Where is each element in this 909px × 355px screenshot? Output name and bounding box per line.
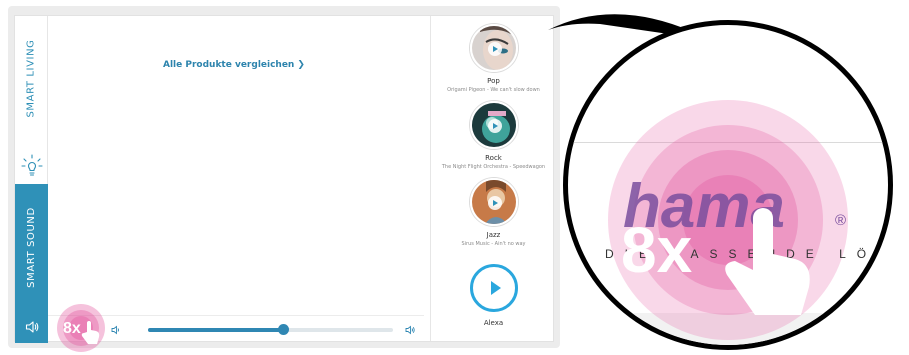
compare-products-link[interactable]: Alle Produkte vergleichen ❯ [163, 60, 305, 70]
station-name: Pop [487, 77, 500, 85]
compare-link-text: Alle Produkte vergleichen [163, 60, 295, 70]
station-jazz[interactable]: Jazz Sirus Music - Ain't no way [431, 178, 556, 247]
volume-slider[interactable] [148, 324, 393, 335]
speaker-icon [25, 320, 38, 333]
play-icon [487, 119, 502, 133]
alexa-icon [469, 264, 518, 312]
station-cover [469, 101, 518, 149]
volume-slider-fill [148, 328, 283, 332]
station-subtitle: The Night Flight Orchestra - Speedwagon [441, 164, 546, 170]
station-name: Jazz [486, 231, 501, 239]
hama-badge-small[interactable]: 8x [53, 302, 109, 352]
tab-smart-living[interactable]: SMART LIVING [15, 16, 48, 140]
play-icon [487, 42, 502, 56]
zoom-magnifier: hama ® DIE PASSENDE LÖSUNG 8x [563, 20, 893, 350]
station-cover [469, 24, 518, 72]
hama-badge-large[interactable]: hama ® DIE PASSENDE LÖSUNG 8x [563, 20, 893, 350]
tab-smart-sound[interactable]: SMART SOUND [15, 184, 48, 310]
left-sidebar: SMART LIVING SMART SOUND [15, 16, 48, 343]
play-icon [487, 196, 502, 210]
station-subtitle: Origami Pigeon - We can't slow down [447, 87, 540, 93]
speaker-high-icon[interactable] [405, 325, 415, 335]
station-name: Rock [485, 154, 502, 162]
registered-mark: ® [835, 212, 846, 229]
station-rock[interactable]: Rock The Night Flight Orchestra - Speedw… [431, 101, 556, 170]
volume-slider-handle[interactable] [277, 324, 289, 335]
station-list: Pop Origami Pigeon - We can't slow down … [430, 16, 555, 341]
lightbulb-icon[interactable] [21, 154, 43, 178]
chevron-right-icon: ❯ [297, 60, 305, 70]
app-panel: SMART LIVING SMART SOUND Alle Produkte v… [8, 6, 560, 348]
sound-settings-button[interactable] [15, 310, 48, 343]
station-pop[interactable]: Pop Origami Pigeon - We can't slow down [431, 24, 556, 93]
station-subtitle: Sirus Music - Ain't no way [461, 241, 526, 247]
badge-count-small: 8x [63, 320, 81, 337]
speaker-low-icon[interactable] [111, 325, 121, 335]
station-cover [469, 178, 518, 226]
app-window: SMART LIVING SMART SOUND Alle Produkte v… [14, 15, 555, 343]
station-name: Alexa [483, 319, 504, 327]
badge-count-large: 8x [621, 214, 693, 286]
station-alexa[interactable]: Alexa [431, 264, 556, 327]
tab-smart-living-label: SMART LIVING [26, 38, 38, 118]
tab-smart-sound-label: SMART SOUND [26, 206, 37, 288]
